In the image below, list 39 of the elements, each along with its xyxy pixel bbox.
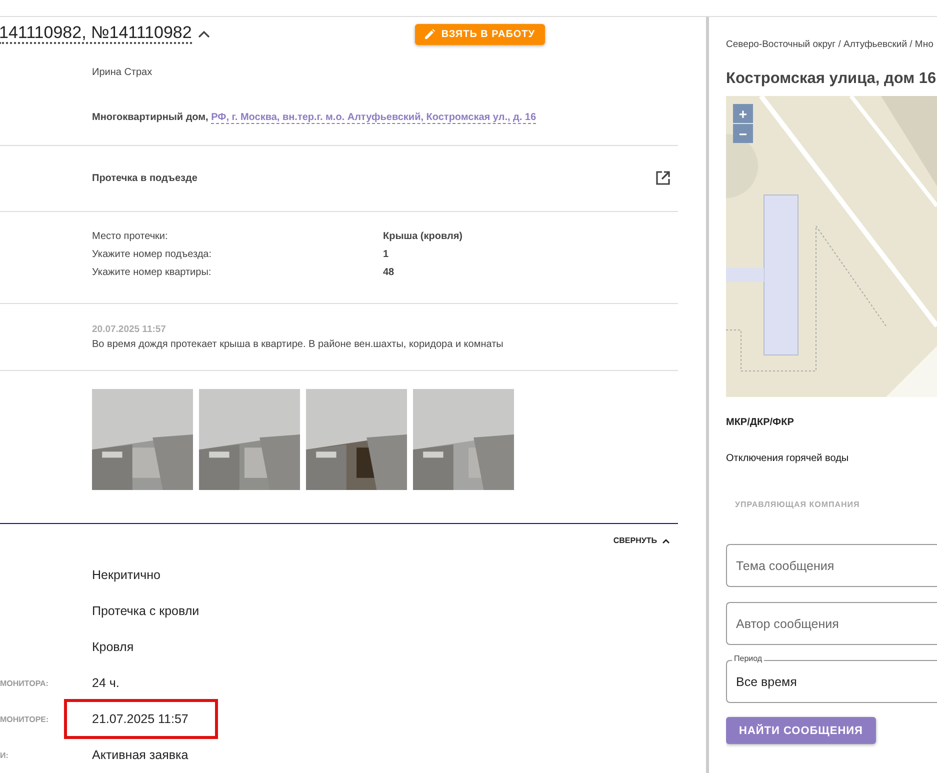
detail-label: МОНИТОРА: (0, 678, 50, 688)
ticket-title[interactable]: 141110982, №141110982 (0, 24, 192, 44)
field-label: Укажите номер подъезда: (92, 249, 213, 260)
period-label: Период (732, 654, 764, 663)
field-label: Укажите номер квартиры: (92, 267, 212, 278)
detail-value: 21.07.2025 11:57 (92, 711, 188, 728)
external-link-icon[interactable] (656, 171, 670, 185)
detail-value: Некритично (92, 567, 160, 584)
detail-value: 24 ч. (92, 675, 120, 692)
collapse-button[interactable]: СВЕРНУТЬ (613, 536, 670, 545)
input-field[interactable]: Тема сообщения (726, 544, 937, 587)
address-link[interactable]: РФ, г. Москва, вн.тер.г. м.о. Алтуфьевский, Костромская ул., д. 16 (211, 112, 536, 124)
zoom-out-button[interactable]: − (733, 124, 753, 143)
breadcrumb[interactable]: Северо-Восточный округ / Алтуфьевский / Мно (726, 39, 937, 50)
pencil-icon (425, 29, 436, 39)
hot-water-label: Отключения горячей воды (726, 453, 850, 464)
field-value: 48 (383, 267, 396, 278)
search-messages-button[interactable]: НАЙТИ СООБЩЕНИЯ (726, 717, 876, 744)
chevron-up-icon (662, 538, 670, 544)
field-value: 1 (383, 249, 390, 260)
author-name: Ирина Страх (92, 67, 154, 78)
comment-date: 20.07.2025 11:57 (92, 324, 167, 335)
chevron-up-icon[interactable] (198, 30, 210, 38)
comment-text: Во время дождя протекает крыша в квартире. В районе вен.шахты, коридора и комнаты (92, 339, 504, 350)
address-title: Костромская улица, дом 16 (726, 70, 937, 88)
field-value: Крыша (кровля) (383, 231, 464, 242)
take-button[interactable]: ВЗЯТЬ В РАБОТУ (415, 24, 545, 44)
zoom-in-button[interactable]: + (733, 104, 753, 123)
detail-value: Активная заявка (92, 747, 188, 764)
address-text: Многоквартирный дом, РФ, г. Москва, вн.тер.г. м.о. Алтуфьевский, Костромская ул., д. 16 (92, 112, 538, 123)
detail-label: И: (0, 750, 10, 760)
detail-value: Кровля (92, 639, 134, 656)
field-label: Место протечки: (92, 231, 169, 242)
program-label: МКР/ДКР/ФКР (726, 417, 795, 428)
company-tab[interactable]: УПРАВЛЯЮЩАЯ КОМПАНИЯ (735, 500, 937, 509)
subject-text: Протечка в подъезде (92, 172, 198, 184)
detail-value: Протечка с кровли (92, 603, 200, 620)
input-field[interactable]: Автор сообщения (726, 602, 937, 645)
detail-label: МОНИТОРЕ: (0, 714, 50, 724)
